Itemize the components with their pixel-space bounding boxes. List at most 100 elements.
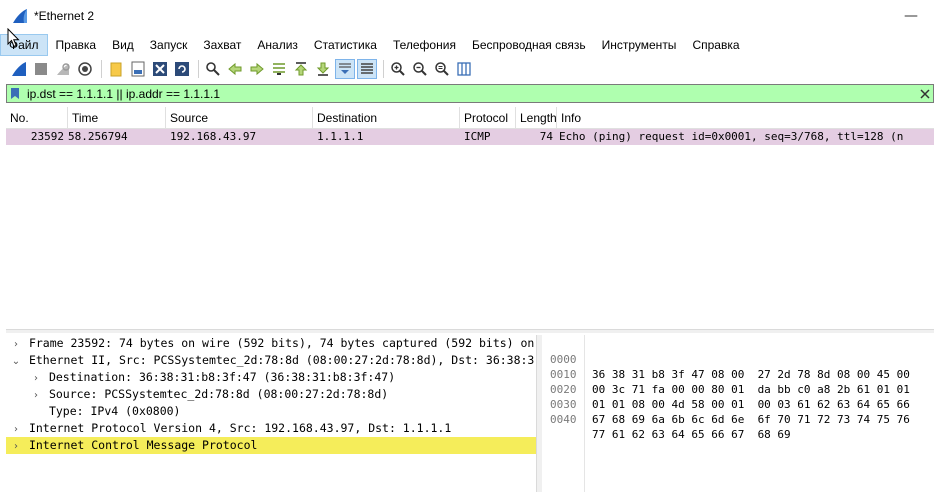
tree-item-eth-type[interactable]: Type: IPv4 (0x0800)	[6, 403, 536, 420]
menu-bar: Файл Правка Вид Запуск Захват Анализ Ста…	[0, 34, 934, 56]
zoom-out-icon	[413, 62, 427, 76]
chevron-right-icon[interactable]: ›	[30, 370, 42, 387]
find-packet-button[interactable]	[203, 59, 223, 79]
tree-item-eth-destination[interactable]: › Destination: 36:38:31:b8:3f:47 (36:38:…	[6, 369, 536, 386]
toolbar-separator	[101, 60, 102, 78]
column-header-time[interactable]: Time	[68, 107, 166, 129]
go-to-packet-icon	[273, 63, 285, 75]
minimize-button[interactable]: —	[888, 0, 934, 32]
packet-details-tree[interactable]: › Frame 23592: 74 bytes on wire (592 bit…	[6, 335, 537, 492]
hex-row: 0020 01 01 08 00 4d 58 00 01 00 03 61 62…	[542, 367, 910, 411]
tree-item-label: Source: PCSSystemtec_2d:78:8d (08:00:27:…	[48, 387, 389, 401]
hex-row: 0030 67 68 69 6a 6b 6c 6d 6e 6f 70 71 72…	[542, 382, 910, 426]
main-toolbar	[0, 57, 934, 81]
tree-item-ipv4[interactable]: › Internet Protocol Version 4, Src: 192.…	[6, 420, 536, 437]
toolbar-separator	[198, 60, 199, 78]
window-title: *Ethernet 2	[34, 9, 95, 23]
normal-size-button[interactable]	[432, 59, 452, 79]
toolbar-separator	[383, 60, 384, 78]
chevron-right-icon[interactable]: ›	[10, 438, 22, 455]
menu-view[interactable]: Вид	[104, 34, 142, 56]
last-packet-icon	[316, 62, 330, 76]
capture-options-button[interactable]	[75, 59, 95, 79]
save-file-icon	[131, 61, 145, 77]
open-file-button[interactable]	[106, 59, 126, 79]
last-packet-button[interactable]	[313, 59, 333, 79]
reload-icon	[175, 62, 189, 76]
hex-bytes[interactable]: 77 61 62 63 64 65 66 67 68 69	[592, 427, 791, 442]
close-icon	[920, 88, 930, 99]
shark-fin-start-icon	[12, 62, 26, 76]
first-packet-icon	[294, 62, 308, 76]
chevron-right-icon[interactable]: ›	[10, 336, 22, 353]
title-bar: *Ethernet 2 —	[0, 0, 934, 32]
column-header-destination[interactable]: Destination	[313, 107, 460, 129]
menu-wireless[interactable]: Беспроводная связь	[464, 34, 594, 56]
first-packet-button[interactable]	[291, 59, 311, 79]
chevron-right-icon[interactable]: ›	[10, 421, 22, 438]
tree-item-label: Frame 23592: 74 bytes on wire (592 bits)…	[28, 336, 535, 350]
tree-item-ethernet[interactable]: ⌄ Ethernet II, Src: PCSSystemtec_2d:78:8…	[6, 352, 536, 369]
close-file-button[interactable]	[150, 59, 170, 79]
start-capture-button[interactable]	[9, 59, 29, 79]
go-back-button[interactable]	[225, 59, 245, 79]
packet-list-header: No. Time Source Destination Protocol Len…	[6, 107, 934, 129]
display-filter-bar	[6, 84, 934, 103]
column-header-no[interactable]: No.	[6, 107, 68, 129]
clear-filter-button[interactable]	[917, 85, 933, 102]
hex-bytes[interactable]: 36 38 31 b8 3f 47 08 00 27 2d 78 8d 08 0…	[592, 367, 910, 382]
reload-file-button[interactable]	[172, 59, 192, 79]
menu-capture[interactable]: Захват	[195, 34, 249, 56]
hex-bytes[interactable]: 67 68 69 6a 6b 6c 6d 6e 6f 70 71 72 73 7…	[592, 412, 910, 427]
hex-bytes[interactable]: 01 01 08 00 4d 58 00 01 00 03 61 62 63 6…	[592, 397, 910, 412]
colorize-icon	[361, 63, 373, 74]
mouse-pointer-icon	[7, 27, 21, 48]
tree-item-icmp[interactable]: › Internet Control Message Protocol	[6, 437, 536, 454]
menu-edit[interactable]: Правка	[48, 34, 105, 56]
column-header-source[interactable]: Source	[166, 107, 313, 129]
find-packet-icon	[206, 62, 220, 76]
column-header-length[interactable]: Length	[516, 107, 557, 129]
cell-info: Echo (ping) request id=0x0001, seq=3/768…	[559, 130, 904, 143]
save-file-button[interactable]	[128, 59, 148, 79]
tree-item-label: Ethernet II, Src: PCSSystemtec_2d:78:8d …	[28, 353, 535, 367]
display-filter-input[interactable]	[23, 85, 917, 102]
menu-tools[interactable]: Инструменты	[594, 34, 685, 56]
zoom-in-button[interactable]	[388, 59, 408, 79]
table-row[interactable]: 23592 58.256794 192.168.43.97 1.1.1.1 IC…	[6, 129, 934, 145]
restart-icon	[57, 63, 70, 75]
go-forward-button[interactable]	[247, 59, 267, 79]
zoom-out-button[interactable]	[410, 59, 430, 79]
menu-statistics[interactable]: Статистика	[306, 34, 385, 56]
stop-capture-button[interactable]	[31, 59, 51, 79]
menu-help[interactable]: Справка	[684, 34, 747, 56]
column-header-protocol[interactable]: Protocol	[460, 107, 516, 129]
tree-item-eth-source[interactable]: › Source: PCSSystemtec_2d:78:8d (08:00:2…	[6, 386, 536, 403]
menu-analyze[interactable]: Анализ	[249, 34, 306, 56]
restart-capture-button[interactable]	[53, 59, 73, 79]
close-file-icon	[153, 62, 167, 76]
autoscroll-button[interactable]	[335, 59, 355, 79]
resize-columns-button[interactable]	[454, 59, 474, 79]
hex-bytes[interactable]: 00 3c 71 fa 00 00 80 01 da bb c0 a8 2b 6…	[592, 382, 910, 397]
wireshark-logo-icon	[12, 8, 28, 24]
menu-go[interactable]: Запуск	[142, 34, 196, 56]
column-header-info[interactable]: Info	[557, 107, 934, 129]
tree-item-label: Type: IPv4 (0x0800)	[48, 404, 181, 418]
go-forward-icon	[250, 62, 264, 76]
hex-offset: 0040	[550, 413, 577, 426]
cell-destination: 1.1.1.1	[317, 130, 364, 143]
packet-bytes-pane[interactable]: 0000 36 38 31 b8 3f 47 08 00 27 2d 78 8d…	[542, 335, 934, 492]
tree-item-label: Internet Protocol Version 4, Src: 192.16…	[28, 421, 452, 435]
go-back-icon	[228, 62, 242, 76]
go-to-packet-button[interactable]	[269, 59, 289, 79]
chevron-right-icon[interactable]: ›	[30, 387, 42, 404]
packet-list[interactable]: No. Time Source Destination Protocol Len…	[6, 107, 934, 329]
chevron-down-icon[interactable]: ⌄	[10, 353, 22, 370]
pane-splitter-horizontal[interactable]	[6, 329, 934, 333]
tree-item-label: Destination: 36:38:31:b8:3f:47 (36:38:31…	[48, 370, 396, 384]
colorize-button[interactable]	[357, 59, 377, 79]
tree-item-frame[interactable]: › Frame 23592: 74 bytes on wire (592 bit…	[6, 335, 536, 352]
filter-bookmark-button[interactable]	[7, 85, 23, 102]
menu-telephony[interactable]: Телефония	[385, 34, 464, 56]
